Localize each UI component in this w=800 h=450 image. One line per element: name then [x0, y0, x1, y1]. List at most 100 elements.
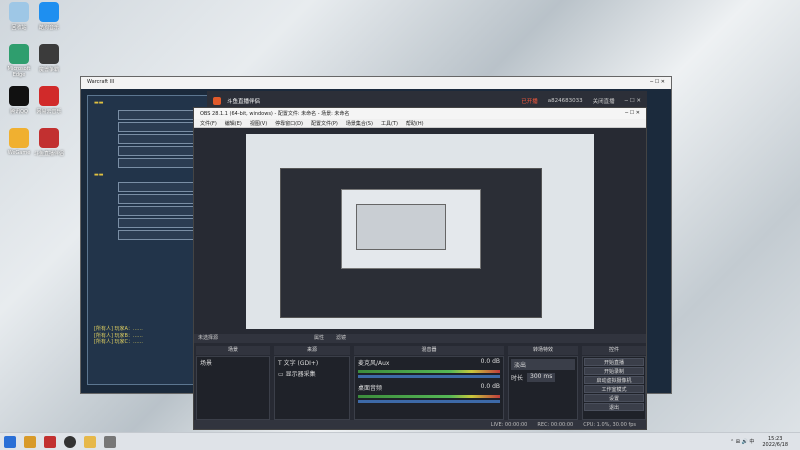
source-item[interactable]: T 文字 (GDI+) [275, 357, 349, 368]
windows-start-icon[interactable] [4, 435, 16, 448]
menu-button[interactable] [118, 230, 203, 240]
menu-button[interactable] [118, 146, 203, 156]
desktop-icon[interactable]: 斗鱼直播伴侣 [34, 128, 64, 157]
room-id: a824683033 [547, 97, 583, 104]
live-status: 已开播 [521, 98, 538, 105]
stop-live-button[interactable]: 关闭直播 [593, 97, 615, 105]
menu-button[interactable] [118, 194, 203, 204]
section-header: ▬▬ [94, 172, 104, 178]
menu-item[interactable]: 视图(V) [250, 120, 267, 127]
desktop-icon[interactable]: WeGame [4, 128, 34, 156]
app-icon [9, 44, 29, 64]
obs-menubar: 文件(F) 编辑(E) 视图(V) 停靠窗口(D) 配置文件(P) 场景集合(S) 工具(T… [194, 119, 646, 128]
desktop-icon[interactable]: 回收站 [4, 2, 34, 31]
douyu-icon[interactable] [44, 435, 56, 448]
menu-button[interactable] [118, 158, 203, 168]
menu-item[interactable]: 编辑(E) [225, 120, 242, 127]
desktop-icon-label: 魔兽争霸 [38, 67, 59, 73]
menu-item[interactable]: 场景集合(S) [346, 120, 373, 127]
douyu-title: 斗鱼直播伴侣 [227, 98, 261, 105]
volume-slider[interactable] [358, 400, 500, 403]
desktop-icon[interactable]: 网易云音乐 [34, 86, 64, 115]
app-icon [39, 86, 59, 106]
mixer-dock-title: 混音器 [354, 346, 504, 355]
cpu-fps: CPU: 1.0%, 30.00 fps [583, 421, 636, 428]
studio-mode-button[interactable]: 工作室模式 [584, 385, 644, 393]
duration-label: 时长 [511, 375, 524, 382]
volume-meter [358, 395, 500, 398]
transitions-dock-title: 转场特效 [508, 346, 578, 355]
filters-button[interactable]: 滤镜 [336, 334, 346, 343]
sources-panel[interactable]: T 文字 (GDI+) ▭ 显示器采集 [274, 356, 350, 420]
nested-preview-deep [356, 204, 446, 250]
nested-preview-inner [341, 189, 481, 269]
menu-button[interactable] [118, 218, 203, 228]
exit-button[interactable]: 退出 [584, 403, 644, 411]
volume-slider[interactable] [358, 375, 500, 378]
clock[interactable]: 15:23 2022/6/18 [762, 436, 788, 448]
menu-item[interactable]: 停靠窗口(D) [275, 120, 303, 127]
obs-icon[interactable] [64, 435, 76, 448]
window-controls[interactable]: ─ ☐ ✕ [650, 79, 665, 87]
menu-button[interactable] [118, 206, 203, 216]
obs-window[interactable]: OBS 28.1.1 (64-bit, windows) - 配置文件: 未命名… [193, 107, 647, 430]
tray-icons[interactable]: ⌃ ⊞ 🔊 中 [730, 438, 754, 445]
scene-item[interactable]: 场景 [197, 357, 269, 368]
window-controls[interactable]: ─ ☐ ✕ [625, 110, 640, 117]
start-streaming-button[interactable]: 开始直播 [584, 358, 644, 366]
start-recording-button[interactable]: 开始录制 [584, 367, 644, 375]
mixer-channel-db: 0.0 dB [480, 383, 500, 390]
source-toolbar: 未选择源 属性 滤镜 [194, 334, 646, 343]
mixer-channel-name: 桌面音频 [358, 385, 383, 392]
scenes-panel[interactable]: 场景 [196, 356, 270, 420]
properties-button[interactable]: 属性 [314, 334, 324, 343]
settings-icon[interactable] [104, 435, 116, 448]
virtual-camera-button[interactable]: 启动虚拟摄像机 [584, 376, 644, 384]
no-source-label: 未选择源 [198, 335, 219, 341]
clock-date: 2022/6/18 [762, 441, 788, 448]
menu-item[interactable]: 配置文件(P) [311, 120, 338, 127]
mixer-panel: 麦克风/Aux 0.0 dB 桌面音频 0.0 dB [354, 356, 504, 420]
desktop-icon[interactable]: 魔兽争霸 [34, 44, 64, 73]
warcraft-titlebar[interactable]: Warcraft III ─ ☐ ✕ [81, 77, 671, 89]
desktop-icon[interactable]: 酷狗音乐 [34, 2, 64, 31]
settings-button[interactable]: 设置 [584, 394, 644, 402]
menu-button[interactable] [118, 134, 203, 144]
obs-statusbar: LIVE: 00:00:00 REC: 00:00:00 CPU: 1.0%, … [194, 420, 646, 429]
duration-input[interactable]: 300 ms [527, 373, 556, 382]
menu-item[interactable]: 帮助(H) [406, 120, 424, 127]
section-header: ▬▬ [94, 100, 104, 106]
menu-item[interactable]: 工具(T) [381, 120, 398, 127]
scenes-dock-title: 场景 [196, 346, 270, 355]
app-icon [39, 44, 59, 64]
controls-panel: 开始直播 开始录制 启动虚拟摄像机 工作室模式 设置 退出 [582, 356, 646, 420]
desktop-icon-label: 回收站 [11, 25, 27, 31]
desktop-icon-label: 网易云音乐 [36, 109, 62, 115]
transitions-panel: 淡出 时长 300 ms [508, 356, 578, 420]
menu-button[interactable] [118, 122, 203, 132]
monitor-icon: ▭ [278, 371, 286, 378]
volume-meter [358, 370, 500, 373]
app-icon [39, 2, 59, 22]
app-icon [9, 128, 29, 148]
obs-titlebar[interactable]: OBS 28.1.1 (64-bit, windows) - 配置文件: 未命名… [194, 108, 646, 119]
menu-button[interactable] [118, 182, 203, 192]
obs-preview[interactable] [246, 134, 594, 329]
desktop-icon[interactable]: 腾讯QQ [4, 86, 34, 115]
folder-icon[interactable] [84, 435, 96, 448]
window-controls[interactable]: ─ ☐ ✕ [625, 98, 641, 104]
desktop-icon-label: 腾讯QQ [10, 109, 28, 115]
desktop-icon-label: 斗鱼直播伴侣 [34, 151, 65, 157]
mixer-channel-name: 麦克风/Aux [358, 360, 390, 367]
sources-dock-title: 来源 [274, 346, 350, 355]
transition-select[interactable]: 淡出 [511, 359, 575, 370]
app-icon [9, 86, 29, 106]
nested-preview [280, 168, 542, 318]
menu-item[interactable]: 文件(F) [200, 120, 217, 127]
desktop-icon-label: Microsoft Edge [7, 66, 31, 78]
source-item[interactable]: ▭ 显示器采集 [275, 368, 349, 379]
game-icon[interactable] [24, 435, 36, 448]
menu-button[interactable] [118, 110, 203, 120]
desktop-icon[interactable]: Microsoft Edge [4, 44, 34, 78]
source-label: 显示器采集 [285, 371, 316, 378]
